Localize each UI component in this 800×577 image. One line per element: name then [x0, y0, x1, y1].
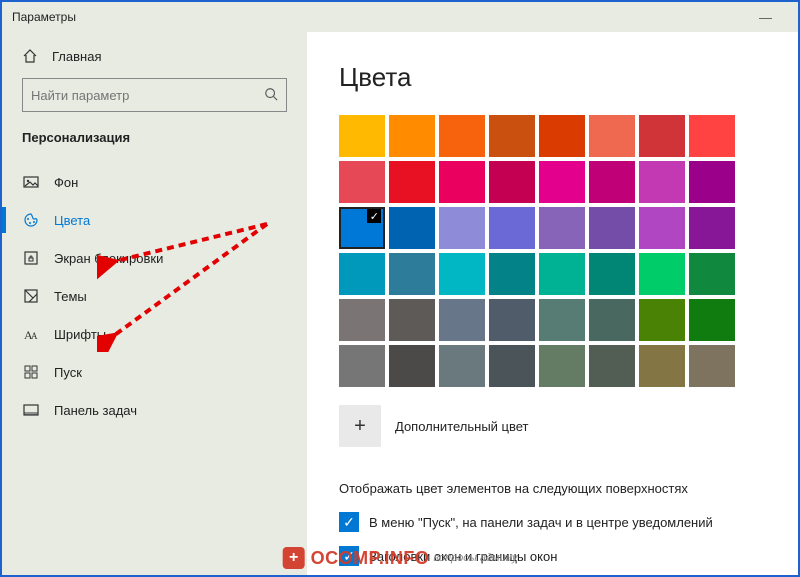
lock-screen-icon	[22, 249, 40, 267]
watermark-tagline: вопросы админу	[433, 552, 517, 564]
search-input[interactable]	[31, 88, 264, 103]
color-swatch[interactable]	[489, 345, 535, 387]
svg-text:A: A	[31, 331, 38, 341]
color-swatch[interactable]	[439, 345, 485, 387]
surfaces-title: Отображать цвет элементов на следующих п…	[339, 481, 766, 496]
sidebar-item-6[interactable]: Панель задач	[2, 391, 307, 429]
checkmark-icon: ✓	[339, 512, 359, 532]
sidebar-item-3[interactable]: Темы	[2, 277, 307, 315]
color-swatch-grid: ✓	[339, 115, 766, 387]
color-swatch[interactable]	[589, 299, 635, 341]
page-heading: Цвета	[339, 62, 766, 93]
checkmark-icon: ✓	[370, 210, 379, 223]
color-swatch[interactable]	[539, 299, 585, 341]
color-swatch[interactable]	[389, 253, 435, 295]
color-swatch[interactable]	[339, 253, 385, 295]
color-swatch[interactable]	[389, 299, 435, 341]
color-swatch[interactable]	[439, 299, 485, 341]
watermark-badge-icon: +	[283, 547, 305, 569]
sidebar-item-0[interactable]: Фон	[2, 163, 307, 201]
content-container: Главная Персонализация Фон Цвета Экран бло…	[2, 32, 798, 575]
sidebar-item-2[interactable]: Экран блокировки	[2, 239, 307, 277]
color-swatch[interactable]	[489, 253, 535, 295]
fonts-icon: AA	[22, 325, 40, 343]
color-swatch[interactable]	[439, 161, 485, 203]
home-label: Главная	[52, 49, 101, 64]
sidebar: Главная Персонализация Фон Цвета Экран бло…	[2, 32, 307, 575]
sidebar-item-1[interactable]: Цвета	[2, 201, 307, 239]
sidebar-item-label: Темы	[54, 289, 87, 304]
palette-icon	[22, 211, 40, 229]
window-titlebar: Параметры —	[2, 2, 798, 32]
color-swatch[interactable]	[339, 161, 385, 203]
sidebar-item-label: Панель задач	[54, 403, 137, 418]
color-swatch[interactable]	[639, 207, 685, 249]
themes-icon	[22, 287, 40, 305]
color-swatch[interactable]: ✓	[339, 207, 385, 249]
color-swatch[interactable]	[489, 161, 535, 203]
color-swatch[interactable]	[389, 207, 435, 249]
color-swatch[interactable]	[539, 207, 585, 249]
color-swatch[interactable]	[639, 345, 685, 387]
sidebar-nav: Фон Цвета Экран блокировки Темы AA Шрифты Пуск…	[2, 163, 307, 429]
color-swatch[interactable]	[439, 115, 485, 157]
watermark-brand: OCOMP.INFO	[311, 548, 430, 569]
sidebar-item-label: Цвета	[54, 213, 90, 228]
section-title: Персонализация	[2, 130, 307, 155]
color-swatch[interactable]	[489, 207, 535, 249]
color-swatch[interactable]	[689, 161, 735, 203]
image-icon	[22, 173, 40, 191]
color-swatch[interactable]	[639, 253, 685, 295]
color-swatch[interactable]	[539, 161, 585, 203]
color-swatch[interactable]	[639, 161, 685, 203]
color-swatch[interactable]	[639, 299, 685, 341]
color-swatch[interactable]	[589, 253, 635, 295]
color-swatch[interactable]	[339, 345, 385, 387]
color-swatch[interactable]	[639, 115, 685, 157]
watermark: + OCOMP.INFO вопросы админу	[283, 547, 518, 569]
color-swatch[interactable]	[439, 253, 485, 295]
color-swatch[interactable]	[339, 115, 385, 157]
sidebar-item-5[interactable]: Пуск	[2, 353, 307, 391]
sidebar-item-label: Шрифты	[54, 327, 106, 342]
sidebar-item-4[interactable]: AA Шрифты	[2, 315, 307, 353]
sidebar-item-label: Пуск	[54, 365, 82, 380]
sidebar-item-label: Фон	[54, 175, 78, 190]
color-swatch[interactable]	[489, 299, 535, 341]
color-swatch[interactable]	[439, 207, 485, 249]
search-box[interactable]	[22, 78, 287, 112]
color-swatch[interactable]	[589, 345, 635, 387]
checkbox-start-taskbar[interactable]: ✓ В меню "Пуск", на панели задач и в цен…	[339, 512, 766, 532]
search-icon	[264, 87, 278, 104]
color-swatch[interactable]	[489, 115, 535, 157]
plus-icon: +	[339, 405, 381, 447]
color-swatch[interactable]	[539, 115, 585, 157]
custom-color-label: Дополнительный цвет	[395, 419, 529, 434]
checkbox-label: В меню "Пуск", на панели задач и в центр…	[369, 515, 713, 530]
window-minimize-button[interactable]: —	[743, 10, 788, 25]
main-panel: Цвета ✓ + Дополнительный цвет Отображать…	[307, 32, 798, 575]
color-swatch[interactable]	[689, 207, 735, 249]
color-swatch[interactable]	[589, 161, 635, 203]
color-swatch[interactable]	[389, 115, 435, 157]
color-swatch[interactable]	[389, 345, 435, 387]
window-title: Параметры	[12, 10, 76, 24]
color-swatch[interactable]	[539, 253, 585, 295]
color-swatch[interactable]	[539, 345, 585, 387]
color-swatch[interactable]	[689, 299, 735, 341]
home-link[interactable]: Главная	[2, 40, 307, 78]
color-swatch[interactable]	[589, 207, 635, 249]
color-swatch[interactable]	[589, 115, 635, 157]
color-swatch[interactable]	[689, 115, 735, 157]
taskbar-icon	[22, 401, 40, 419]
color-swatch[interactable]	[339, 299, 385, 341]
start-icon	[22, 363, 40, 381]
color-swatch[interactable]	[389, 161, 435, 203]
color-swatch[interactable]	[689, 345, 735, 387]
custom-color-button[interactable]: + Дополнительный цвет	[339, 405, 766, 447]
home-icon	[22, 48, 38, 64]
color-swatch[interactable]	[689, 253, 735, 295]
sidebar-item-label: Экран блокировки	[54, 251, 163, 266]
